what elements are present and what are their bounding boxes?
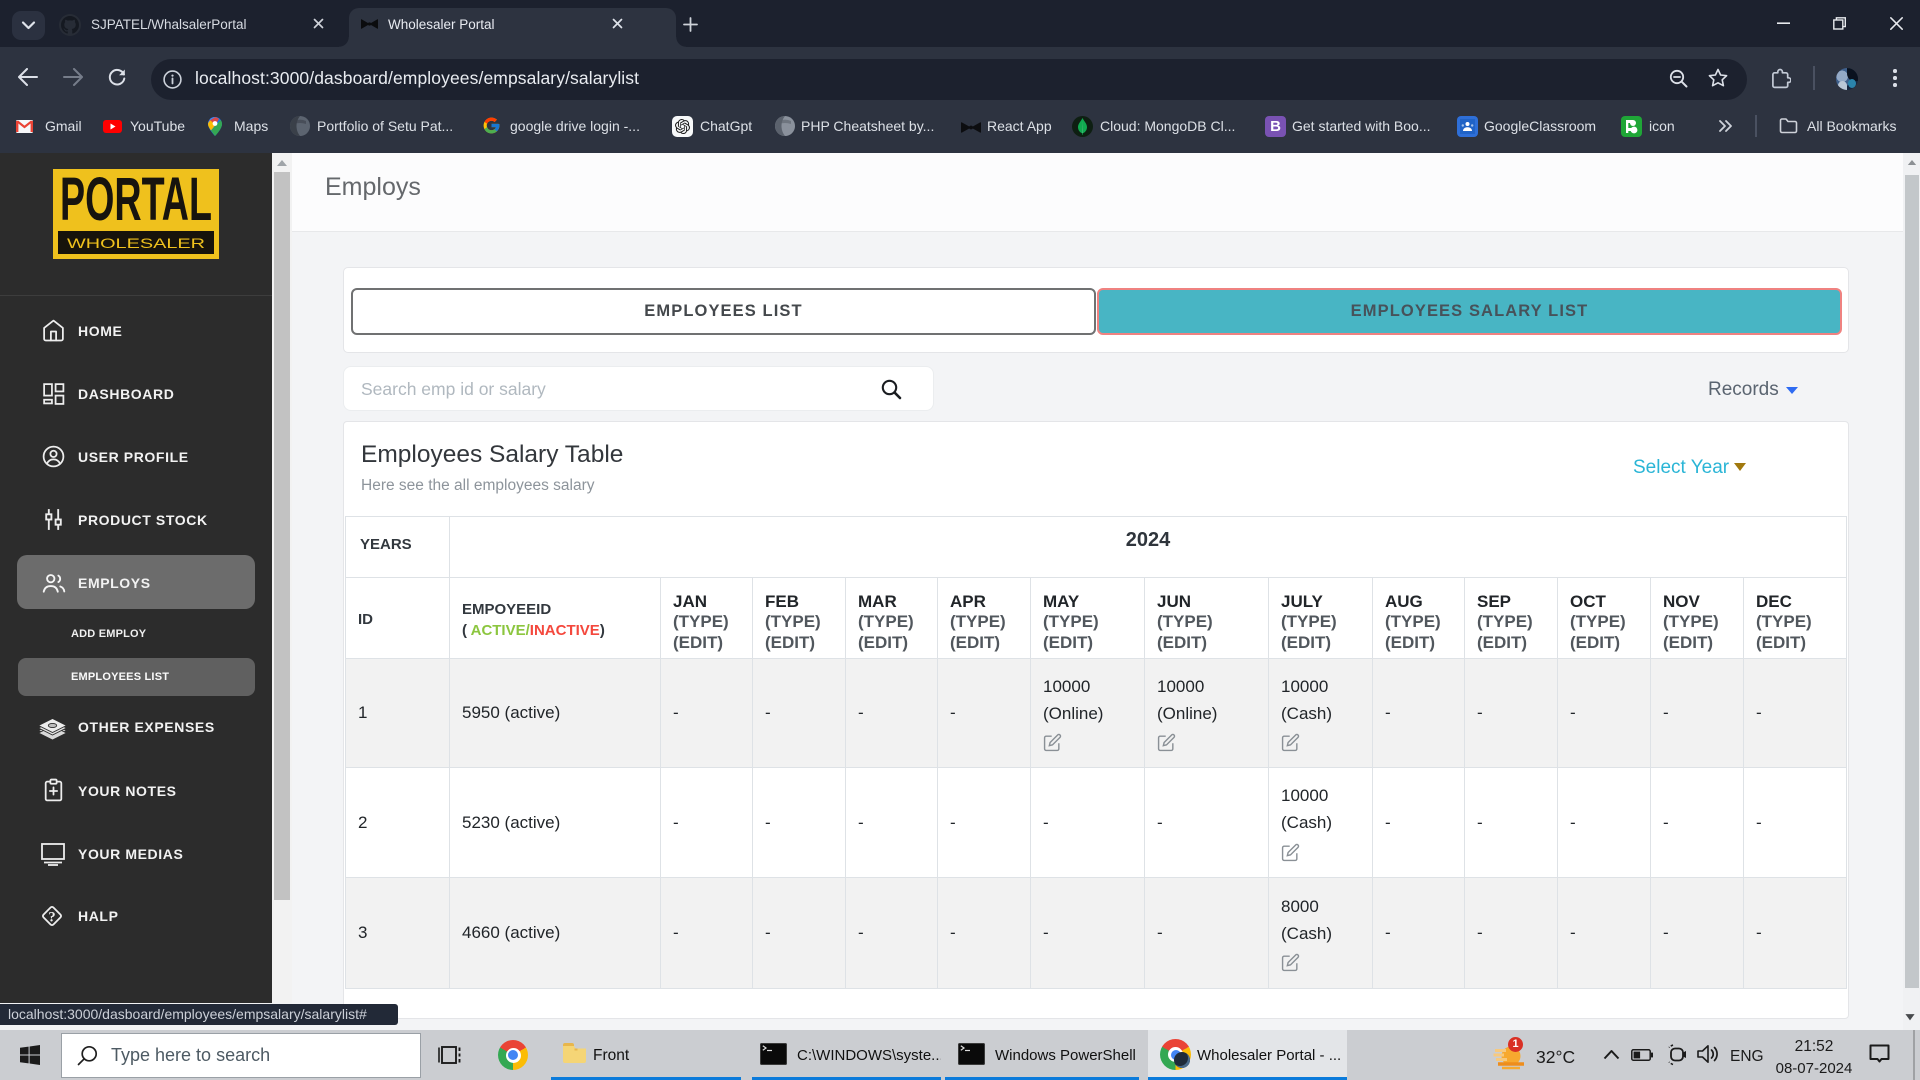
svg-text:PORTAL: PORTAL xyxy=(60,169,212,231)
svg-text:?: ? xyxy=(48,910,55,926)
svg-text:WHOLESALER: WHOLESALER xyxy=(67,236,205,251)
